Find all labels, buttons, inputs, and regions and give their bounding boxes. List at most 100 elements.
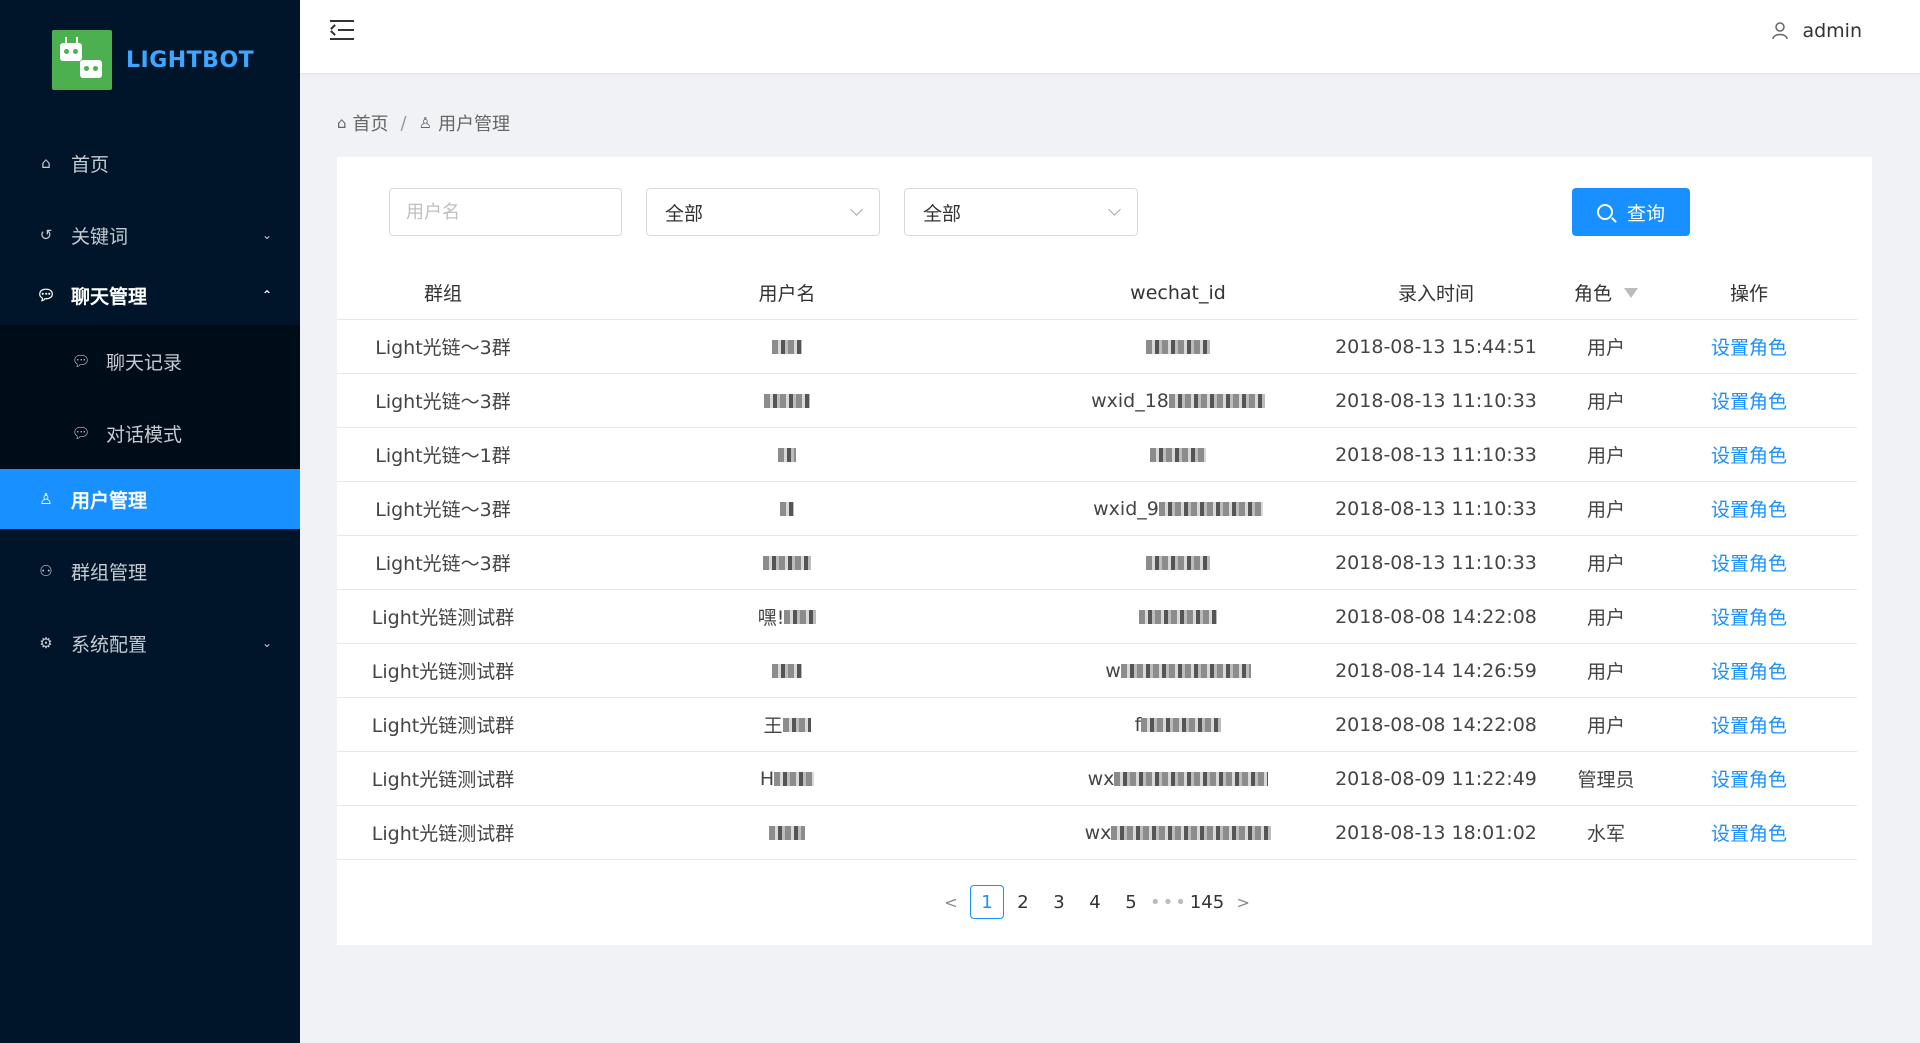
set-role-link[interactable]: 设置角色 [1711,445,1787,467]
sidebar-item-system-config[interactable]: ⚙ 系统配置 ⌄ [0,613,300,673]
cell-role: 用户 [1541,441,1671,468]
cell-role: 管理员 [1541,765,1671,792]
redacted-mask [764,394,810,408]
cell-time: 2018-08-14 14:26:59 [1331,659,1541,682]
set-role-link[interactable]: 设置角色 [1711,499,1787,521]
cell-wechat-id: wxid_18 [1025,389,1331,412]
redacted-mask [1141,717,1222,732]
column-header-wechat-id: wechat_id [1130,281,1226,304]
sidebar-item-home[interactable]: ⌂ 首页 [0,133,300,193]
prev-page-button[interactable]: < [934,885,968,919]
cell-time: 2018-08-13 11:10:33 [1331,443,1541,466]
table-row: Light光链～3群 wxid_9 2018-08-13 11:10:33 用户 设置角… [337,482,1857,536]
next-page-button[interactable]: > [1226,885,1260,919]
cell-time: 2018-08-13 11:10:33 [1331,389,1541,412]
set-role-link[interactable]: 设置角色 [1711,715,1787,737]
cell-username [549,552,1025,574]
sidebar-item-group-management[interactable]: ⚇ 群组管理 [0,541,300,601]
filter-bar: 全部 全部 [389,188,1138,236]
filter-icon[interactable] [1624,287,1638,298]
page-button[interactable]: 145 [1190,885,1224,919]
cell-group: Light光链～1群 [337,441,549,468]
sidebar-item-chat-management[interactable]: 💬︎ 聊天管理 ⌃ [0,265,300,325]
cell-actions: 设置角色 [1671,333,1827,360]
cell-group: Light光链～3群 [337,549,549,576]
sidebar-item-label: 关键词 [71,225,129,248]
breadcrumb-current: 用户管理 [438,114,511,135]
cell-wechat-id-text: w [1105,659,1121,682]
cell-group-text: Light光链测试群 [371,823,515,845]
cell-group: Light光链～3群 [337,333,549,360]
cell-group: Light光链测试群 [337,765,549,792]
set-role-link[interactable]: 设置角色 [1711,661,1787,683]
cell-username: 王 [549,711,1025,738]
keyword-icon: ↺ [39,226,53,244]
page-ellipsis[interactable]: ••• [1150,885,1188,919]
cell-group: Light光链测试群 [337,711,549,738]
cell-time: 2018-08-13 15:44:51 [1331,335,1541,358]
user-icon: ♙ [39,490,53,508]
page-button[interactable]: 5 [1114,885,1148,919]
username-search-input[interactable] [389,188,622,236]
table-row: Light光链测试群 嘿! 2018-08-08 14:22:08 用户 设置角色 [337,590,1857,644]
column-header-group: 群组 [423,283,462,305]
cell-actions: 设置角色 [1671,603,1827,630]
table-header: 群组 用户名 wechat_id 录入时间 角色 操作 [337,266,1857,320]
cell-username: H [549,767,1025,790]
logo[interactable]: LIGHTBOT [52,30,254,90]
cell-username [549,390,1025,412]
page-button[interactable]: 2 [1006,885,1040,919]
cell-role-text: 用户 [1586,553,1625,575]
search-button[interactable]: 查询 [1572,188,1690,236]
cell-group-text: Light光链测试群 [371,715,515,737]
brand-name: LIGHTBOT [126,47,255,73]
cell-time: 2018-08-08 14:22:08 [1331,713,1541,736]
chevron-up-icon: ⌃ [261,288,272,302]
cell-wechat-id: w [1025,659,1331,682]
cell-time-text: 2018-08-08 14:22:08 [1335,605,1537,628]
cell-group-text: Light光链～3群 [375,553,511,575]
set-role-link[interactable]: 设置角色 [1711,553,1787,575]
breadcrumb-home[interactable]: 首页 [353,110,389,136]
redacted-mask [1120,663,1251,678]
sidebar-item-label: 系统配置 [71,633,148,656]
set-role-link[interactable]: 设置角色 [1711,337,1787,359]
user-menu[interactable]: admin [1772,20,1862,42]
cell-role-text: 水军 [1586,823,1625,845]
set-role-link[interactable]: 设置角色 [1711,391,1787,413]
cell-role: 水军 [1541,819,1671,846]
table-row: Light光链～1群 2018-08-13 11:10:33 用户 设置角色 [337,428,1857,482]
sidebar-item-user-management[interactable]: ♙ 用户管理 [0,469,300,529]
cell-role-text: 用户 [1586,391,1625,413]
chat-icon: 💬︎ [71,424,91,442]
cell-role: 用户 [1541,495,1671,522]
cell-wechat-id [1025,336,1331,358]
set-role-link[interactable]: 设置角色 [1711,607,1787,629]
cell-actions: 设置角色 [1671,657,1827,684]
cell-role: 用户 [1541,711,1671,738]
redacted-mask [784,609,817,624]
cell-role: 用户 [1541,657,1671,684]
sidebar-item-chat-records[interactable]: 💬︎ 聊天记录 [0,325,300,397]
page-button[interactable]: 4 [1078,885,1112,919]
table-body: Light光链～3群 2018-08-13 15:44:51 用户 设置角色 Light… [337,320,1857,860]
sidebar-item-dialog-mode[interactable]: 💬︎ 对话模式 [0,397,300,469]
cell-wechat-id-text: wxid_18 [1091,389,1169,412]
cell-username [549,498,1025,520]
role-select-value: 全部 [923,202,962,225]
page-button[interactable]: 1 [970,885,1004,919]
menu-fold-icon[interactable] [330,18,356,42]
table-row: Light光链测试群 Hwx 2018-08-09 11:22:49 管理员 设置角色 [337,752,1857,806]
cell-group: Light光链测试群 [337,603,549,630]
breadcrumb: ⌂ 首页 / ♙ 用户管理 [337,110,510,136]
sidebar-item-keywords[interactable]: ↺ 关键词 ⌄ [0,205,300,265]
set-role-link[interactable]: 设置角色 [1711,823,1787,845]
cell-wechat-id-text: wxid_9 [1093,497,1159,520]
search-icon [1596,204,1613,220]
page-button[interactable]: 3 [1042,885,1076,919]
role-select[interactable]: 全部 [904,188,1138,236]
group-select[interactable]: 全部 [646,188,880,236]
set-role-link[interactable]: 设置角色 [1711,769,1787,791]
cell-group-text: Light光链～1群 [375,445,511,467]
cell-time-text: 2018-08-13 11:10:33 [1335,389,1537,412]
